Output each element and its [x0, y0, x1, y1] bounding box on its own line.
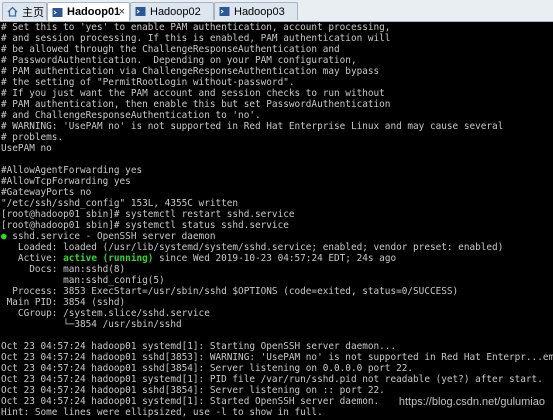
home-icon [7, 6, 18, 17]
terminal-icon [52, 7, 63, 17]
terminal-icon [135, 7, 146, 16]
active-state: active (running) [63, 253, 154, 264]
terminal-line: # WARNING: 'UsePAM no' is not supported … [1, 121, 504, 132]
tab-label: Hadoop02 [150, 5, 201, 18]
terminal-icon [219, 7, 230, 16]
tab-home[interactable]: 主页 [2, 2, 47, 20]
service-title: sshd.service - OpenSSH server daemon [6, 231, 216, 242]
close-icon[interactable]: × [119, 6, 125, 18]
watermark: https://blog.csdn.net/gulumiao [398, 396, 545, 408]
tab-label: Hadoop03 [234, 5, 285, 18]
terminal-output[interactable]: # Set this to 'yes' to enable PAM authen… [0, 22, 553, 420]
tab-hadoop03[interactable]: Hadoop03 [214, 2, 298, 20]
tab-label: Hadoop01 [67, 6, 121, 18]
tab-label: 主页 [22, 6, 44, 19]
tab-bar: 主页 Hadoop01 × Hadoop02 Hadoop03 [0, 0, 553, 22]
terminal-line: └─3854 /usr/sbin/sshd [1, 319, 182, 330]
tab-hadoop01[interactable]: Hadoop01 × [47, 2, 130, 21]
terminal-line: UsePAM no [1, 143, 52, 154]
tab-hadoop02[interactable]: Hadoop02 [130, 2, 214, 20]
terminal-line: Hint: Some lines were ellipsized, use -l… [1, 407, 323, 418]
